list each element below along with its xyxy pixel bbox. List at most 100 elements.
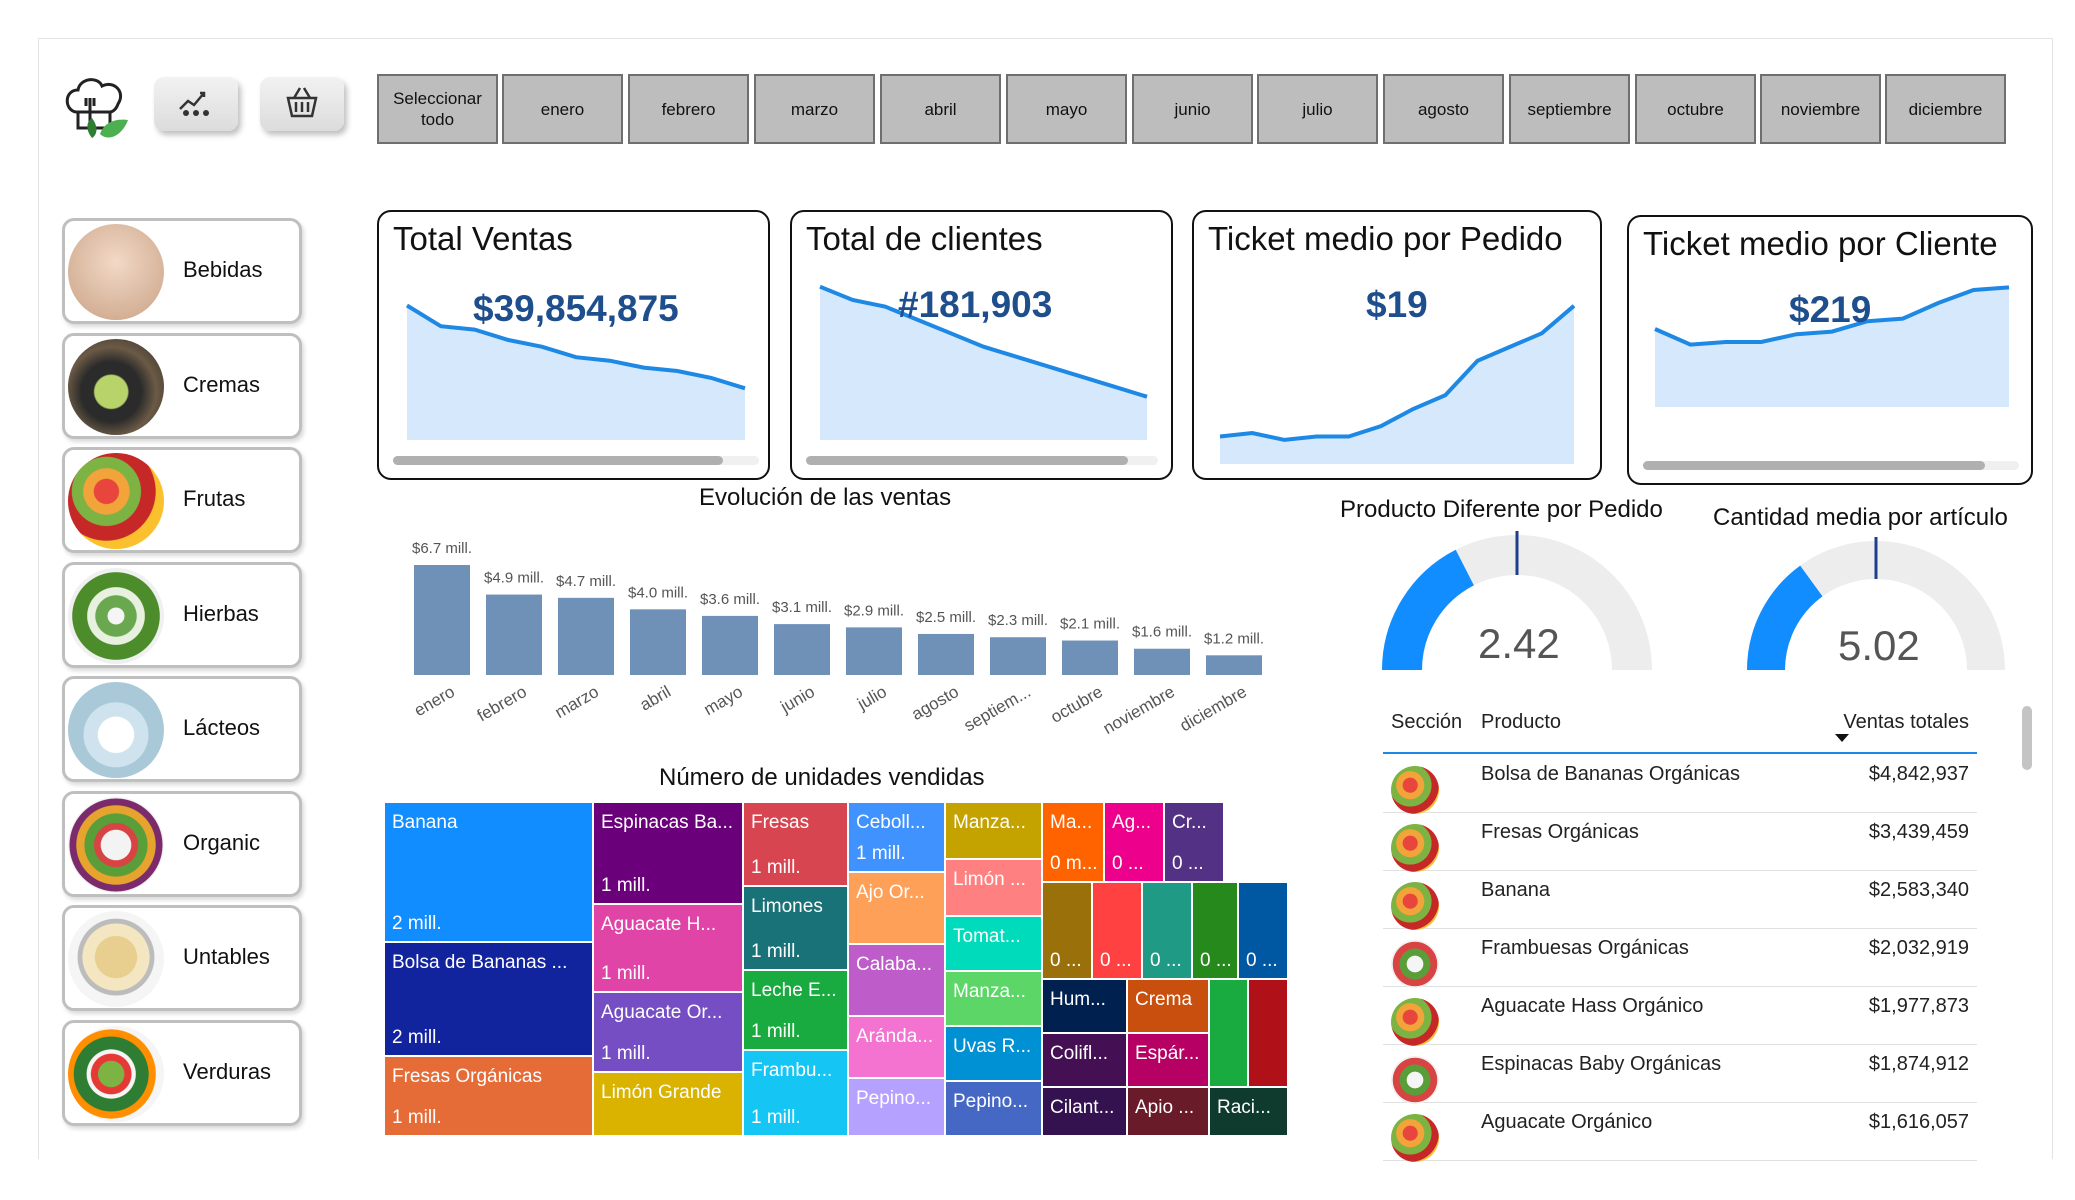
select-all-button[interactable]: Seleccionar todo [377,74,498,144]
treemap-tile[interactable]: Uvas R... [945,1026,1042,1081]
treemap-tile[interactable]: Aránda... [848,1016,945,1078]
treemap-tile[interactable]: Ceboll... 1 mill. [848,802,945,872]
table-row[interactable]: Fresas Orgánicas $3,439,459 [1383,812,1977,872]
treemap-tile[interactable]: 0 ... [1092,882,1142,979]
tile-label: Raci... [1217,1097,1271,1118]
treemap-tile[interactable]: Ajo Or... [848,872,945,944]
basket-nav-button[interactable] [260,77,344,131]
bar[interactable] [774,624,830,675]
tile-value: 0 ... [1050,950,1082,971]
treemap-tile[interactable]: 0 ... [1192,882,1238,979]
tile-value: 1 mill. [751,857,801,878]
category-button-organic[interactable]: Organic [62,790,302,897]
treemap-tile[interactable]: Raci... [1209,1087,1288,1136]
treemap-tile[interactable]: Pepino... [848,1078,945,1136]
treemap-tile[interactable]: Limones 1 mill. [743,886,848,970]
table-row[interactable]: Banana $2,583,340 [1383,870,1977,930]
bar[interactable] [990,637,1046,675]
month-button[interactable]: abril [880,74,1001,144]
treemap-tile[interactable]: Aguacate H... 1 mill. [593,904,743,992]
category-button-lácteos[interactable]: Lácteos [62,676,302,782]
treemap-tile[interactable]: Ma... 0 m... [1042,802,1104,882]
treemap-tile[interactable]: Bolsa de Bananas ... 2 mill. [384,942,593,1056]
sort-desc-icon[interactable] [1835,734,1849,742]
bar[interactable] [846,627,902,675]
month-button[interactable]: noviembre [1760,74,1881,144]
category-label: Bebidas [183,257,263,282]
tile-label: Hum... [1050,989,1106,1010]
month-button[interactable]: octubre [1635,74,1756,144]
treemap-tile[interactable]: Cr... 0 ... [1164,802,1224,882]
scrollbar[interactable] [806,456,1158,465]
sales-cell: $3,439,459 [1868,821,1969,843]
treemap-tile[interactable]: Leche E... 1 mill. [743,970,848,1050]
treemap-tile[interactable]: Crema [1127,979,1209,1033]
category-label: Verduras [183,1058,272,1084]
scrollbar[interactable] [393,456,759,465]
category-button-bebidas[interactable]: Bebidas [62,218,302,324]
month-button[interactable]: septiembre [1509,74,1630,144]
treemap-tile[interactable]: 0 ... [1238,882,1288,979]
treemap-tile[interactable]: Limón Grande [593,1072,743,1136]
tile-value: 0 ... [1150,950,1182,971]
treemap-tile[interactable]: Fresas 1 mill. [743,802,848,886]
col-header-seccion[interactable]: Sección [1391,711,1462,734]
month-button[interactable]: febrero [628,74,749,144]
table-scrollbar[interactable] [2022,706,2032,770]
treemap-tile[interactable]: Tomat... [945,916,1042,971]
bar[interactable] [630,609,686,675]
gauge-value: 2.42 [1478,620,1560,667]
treemap-tile[interactable]: Manza... [945,802,1042,859]
month-button[interactable]: marzo [754,74,875,144]
treemap-tile[interactable]: Ag... 0 ... [1104,802,1164,882]
treemap-tile[interactable] [1248,979,1288,1087]
analytics-nav-button[interactable] [154,77,238,131]
col-header-producto[interactable]: Producto [1481,711,1561,734]
month-button[interactable]: mayo [1006,74,1127,144]
treemap-tile[interactable]: Cilant... [1042,1087,1127,1136]
table-row[interactable]: Aguacate Hass Orgánico $1,977,873 [1383,986,1977,1046]
category-button-hierbas[interactable]: Hierbas [62,561,302,668]
category-button-frutas[interactable]: Frutas [62,447,302,553]
category-button-verduras[interactable]: Verduras [62,1019,302,1126]
month-button[interactable]: agosto [1383,74,1504,144]
col-header-ventas[interactable]: Ventas totales [1843,711,1969,734]
treemap-tile[interactable] [1209,979,1248,1087]
treemap-tile[interactable]: Pepino... [945,1081,1042,1136]
bar[interactable] [918,633,974,675]
treemap-tile[interactable]: 0 ... [1142,882,1192,979]
treemap-tile[interactable]: 0 ... [1042,882,1092,979]
bar[interactable] [558,597,614,675]
month-button[interactable]: julio [1257,74,1378,144]
month-button[interactable]: junio [1132,74,1253,144]
bar[interactable] [702,615,758,675]
month-button[interactable]: diciembre [1885,74,2006,144]
month-button[interactable]: enero [502,74,623,144]
treemap-tile[interactable]: Hum... [1042,979,1127,1033]
table-row[interactable]: Bolsa de Bananas Orgánicas $4,842,937 [1383,754,1977,814]
category-button-untables[interactable]: Untables [62,905,302,1011]
treemap-tile[interactable]: Colifl... [1042,1033,1127,1087]
bar[interactable] [1134,648,1190,675]
treemap-tile[interactable]: Apio ... [1127,1087,1209,1136]
treemap-tile[interactable]: Frambu... 1 mill. [743,1050,848,1136]
bar[interactable] [1062,640,1118,675]
treemap-tile[interactable]: Espár... [1127,1033,1209,1087]
table-row[interactable]: Frambuesas Orgánicas $2,032,919 [1383,928,1977,988]
scrollbar[interactable] [1643,461,2019,470]
treemap-tile[interactable]: Manza... [945,971,1042,1026]
treemap-tile[interactable]: Banana 2 mill. [384,802,593,942]
treemap-tile[interactable]: Aguacate Or... 1 mill. [593,992,743,1072]
tile-label: Ag... [1112,812,1152,833]
table-row[interactable]: Espinacas Baby Orgánicas $1,874,912 [1383,1044,1977,1104]
treemap-tile[interactable]: Calaba... [848,944,945,1016]
bar[interactable] [486,594,542,675]
treemap-tile[interactable]: Limón ... [945,859,1042,916]
bar[interactable] [414,565,470,675]
bar[interactable] [1206,655,1262,675]
category-button-cremas[interactable]: Cremas [62,332,302,439]
treemap-tile[interactable]: Espinacas Ba... 1 mill. [593,802,743,904]
table-row[interactable]: Aguacate Orgánico $1,616,057 [1383,1102,1977,1162]
fruit-icon [1391,766,1439,814]
treemap-tile[interactable]: Fresas Orgánicas 1 mill. [384,1056,593,1136]
